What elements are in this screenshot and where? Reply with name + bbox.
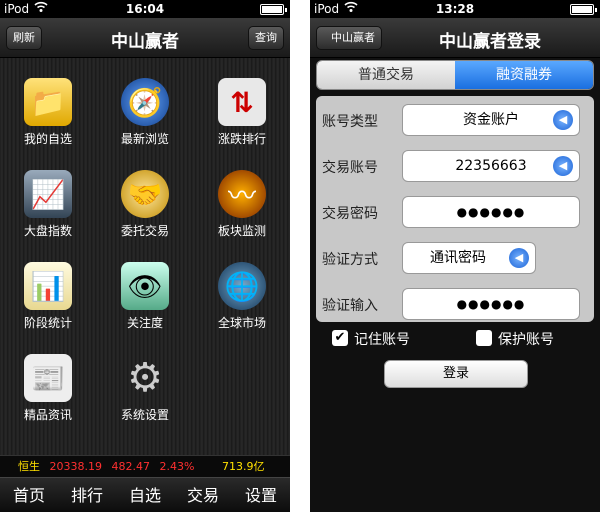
account-type-label: 账号类型 bbox=[322, 114, 378, 130]
chevron-left-icon: ◀ bbox=[553, 110, 573, 130]
grid-item-label: 精品资讯 bbox=[23, 408, 72, 422]
grid-item-label: 全球市场 bbox=[217, 316, 266, 330]
protect-account-checkbox[interactable] bbox=[476, 330, 492, 346]
gear-icon: ⚙ bbox=[127, 355, 163, 401]
verify-method-value: 通讯密码 bbox=[430, 250, 486, 266]
compass-icon: 🧭 bbox=[121, 78, 169, 126]
row-account-type: 账号类型 资金账户 ◀ bbox=[316, 98, 594, 142]
grid-item-market-index[interactable]: 📈 大盘指数 bbox=[0, 158, 96, 250]
tab-settings[interactable]: 设置 bbox=[232, 478, 290, 512]
grid-item-label: 板块监测 bbox=[217, 224, 266, 238]
grid-item-label: 关注度 bbox=[126, 316, 163, 330]
segment-normal-trade[interactable]: 普通交易 bbox=[317, 61, 455, 89]
password-input[interactable]: ●●●●●● bbox=[402, 196, 580, 228]
back-button[interactable]: 中山赢者 bbox=[316, 26, 382, 50]
tab-home[interactable]: 首页 bbox=[0, 478, 58, 512]
tab-trade[interactable]: 交易 bbox=[174, 478, 232, 512]
grid-item-global-market[interactable]: 🌐 全球市场 bbox=[194, 250, 290, 342]
grid-item-sector-monitor[interactable]: 〰 板块监测 bbox=[194, 158, 290, 250]
grid-item-label: 最新浏览 bbox=[120, 132, 169, 146]
clock: 16:04 bbox=[125, 2, 165, 16]
home-screen: iPod 16:04 刷新 中山赢者 查询 📁 我的自选 🧭 最新浏览 ⇅ 涨跌 bbox=[0, 0, 290, 512]
row-verify-input: 验证输入 ●●●●●● bbox=[316, 282, 594, 326]
nav-bar: 刷新 中山赢者 查询 bbox=[0, 18, 290, 58]
folder-icon: 📁 bbox=[24, 78, 72, 126]
updown-arrows-icon: ⇅ bbox=[218, 78, 266, 126]
account-no-input[interactable]: 22356663 ◀ bbox=[402, 150, 580, 182]
grid-item-period-stats[interactable]: 📊 阶段统计 bbox=[0, 250, 96, 342]
page-title: 中山赢者登录 bbox=[439, 32, 541, 52]
remember-account-checkbox[interactable]: ✔ bbox=[332, 330, 348, 346]
ticker-pct: 2.43% bbox=[159, 460, 195, 473]
grid-item-label: 我的自选 bbox=[23, 132, 72, 146]
verify-method-select[interactable]: 通讯密码 ◀ bbox=[402, 242, 536, 274]
verify-code-input[interactable]: ●●●●●● bbox=[402, 288, 580, 320]
verify-method-label: 验证方式 bbox=[322, 252, 378, 268]
row-account-no: 交易账号 22356663 ◀ bbox=[316, 144, 594, 188]
screenshot-root: iPod 16:04 刷新 中山赢者 查询 📁 我的自选 🧭 最新浏览 ⇅ 涨跌 bbox=[0, 0, 600, 512]
status-bar: iPod 13:28 bbox=[310, 0, 600, 18]
tab-bar: 首页 排行 自选 交易 设置 bbox=[0, 477, 290, 512]
tab-watchlist[interactable]: 自选 bbox=[116, 478, 174, 512]
back-button-label: 中山赢者 bbox=[331, 31, 375, 44]
password-label: 交易密码 bbox=[322, 206, 378, 222]
eye-icon: 👁 bbox=[121, 262, 169, 310]
grid-item-label: 系统设置 bbox=[120, 408, 169, 422]
trade-mode-segmented-control: 普通交易 融资融券 bbox=[316, 60, 594, 90]
grid-item-label: 大盘指数 bbox=[23, 224, 72, 238]
page-title: 中山赢者 bbox=[111, 32, 179, 52]
login-form: 账号类型 资金账户 ◀ 交易账号 22356663 ◀ 交易密码 ●●●●●● … bbox=[316, 96, 594, 322]
grid-item-label: 委托交易 bbox=[120, 224, 169, 238]
grid-item-label: 阶段统计 bbox=[23, 316, 72, 330]
protect-account-label: 保护账号 bbox=[498, 332, 554, 348]
index-ticker: 恒生 20338.19 482.47 2.43% 713.9亿 bbox=[0, 455, 290, 477]
function-grid: 📁 我的自选 🧭 最新浏览 ⇅ 涨跌排行 📈 大盘指数 🤝 委托交易 〰 板块监… bbox=[0, 58, 290, 455]
monitor-chart-icon: 📈 bbox=[24, 170, 72, 218]
ticker-volume: 713.9亿 bbox=[221, 460, 265, 473]
ticker-change: 482.47 bbox=[111, 460, 151, 473]
battery-icon bbox=[260, 4, 287, 15]
grid-item-settings[interactable]: ⚙ 系统设置 bbox=[97, 342, 193, 434]
verify-input-label: 验证输入 bbox=[322, 298, 378, 314]
status-bar: iPod 16:04 bbox=[0, 0, 290, 18]
segment-margin-trade[interactable]: 融资融券 bbox=[455, 61, 593, 89]
account-type-value: 资金账户 bbox=[463, 112, 519, 128]
remember-account-label: 记住账号 bbox=[354, 332, 410, 348]
row-verify-method: 验证方式 通讯密码 ◀ bbox=[316, 236, 594, 280]
chevron-left-icon: ◀ bbox=[509, 248, 529, 268]
grid-item-ranking[interactable]: ⇅ 涨跌排行 bbox=[194, 66, 290, 158]
account-no-value: 22356663 bbox=[455, 158, 527, 174]
tab-ranking[interactable]: 排行 bbox=[58, 478, 116, 512]
handshake-icon: 🤝 bbox=[121, 170, 169, 218]
chevron-left-icon: ◀ bbox=[553, 156, 573, 176]
grid-item-attention[interactable]: 👁 关注度 bbox=[97, 250, 193, 342]
login-button[interactable]: 登录 bbox=[384, 360, 528, 388]
globe-icon: 🌐 bbox=[218, 262, 266, 310]
notepad-chart-icon: 📊 bbox=[24, 262, 72, 310]
battery-icon bbox=[570, 4, 597, 15]
account-no-label: 交易账号 bbox=[322, 160, 378, 176]
grid-item-news[interactable]: 📰 精品资讯 bbox=[0, 342, 96, 434]
grid-item-trade[interactable]: 🤝 委托交易 bbox=[97, 158, 193, 250]
account-type-select[interactable]: 资金账户 ◀ bbox=[402, 104, 580, 136]
query-button[interactable]: 查询 bbox=[248, 26, 284, 50]
wave-monitor-icon: 〰 bbox=[218, 170, 266, 218]
login-screen: iPod 13:28 中山赢者 中山赢者登录 普通交易 融资融券 账号类型 资金… bbox=[310, 0, 600, 512]
ticker-value: 20338.19 bbox=[49, 460, 103, 473]
grid-item-label: 涨跌排行 bbox=[217, 132, 266, 146]
grid-item-recent[interactable]: 🧭 最新浏览 bbox=[97, 66, 193, 158]
ticker-name: 恒生 bbox=[18, 460, 40, 473]
nav-bar: 中山赢者 中山赢者登录 bbox=[310, 18, 600, 58]
newspaper-icon: 📰 bbox=[24, 354, 72, 402]
row-password: 交易密码 ●●●●●● bbox=[316, 190, 594, 234]
account-options: ✔ 记住账号 保护账号 bbox=[330, 328, 590, 352]
clock: 13:28 bbox=[435, 2, 475, 16]
grid-item-my-watchlist[interactable]: 📁 我的自选 bbox=[0, 66, 96, 158]
